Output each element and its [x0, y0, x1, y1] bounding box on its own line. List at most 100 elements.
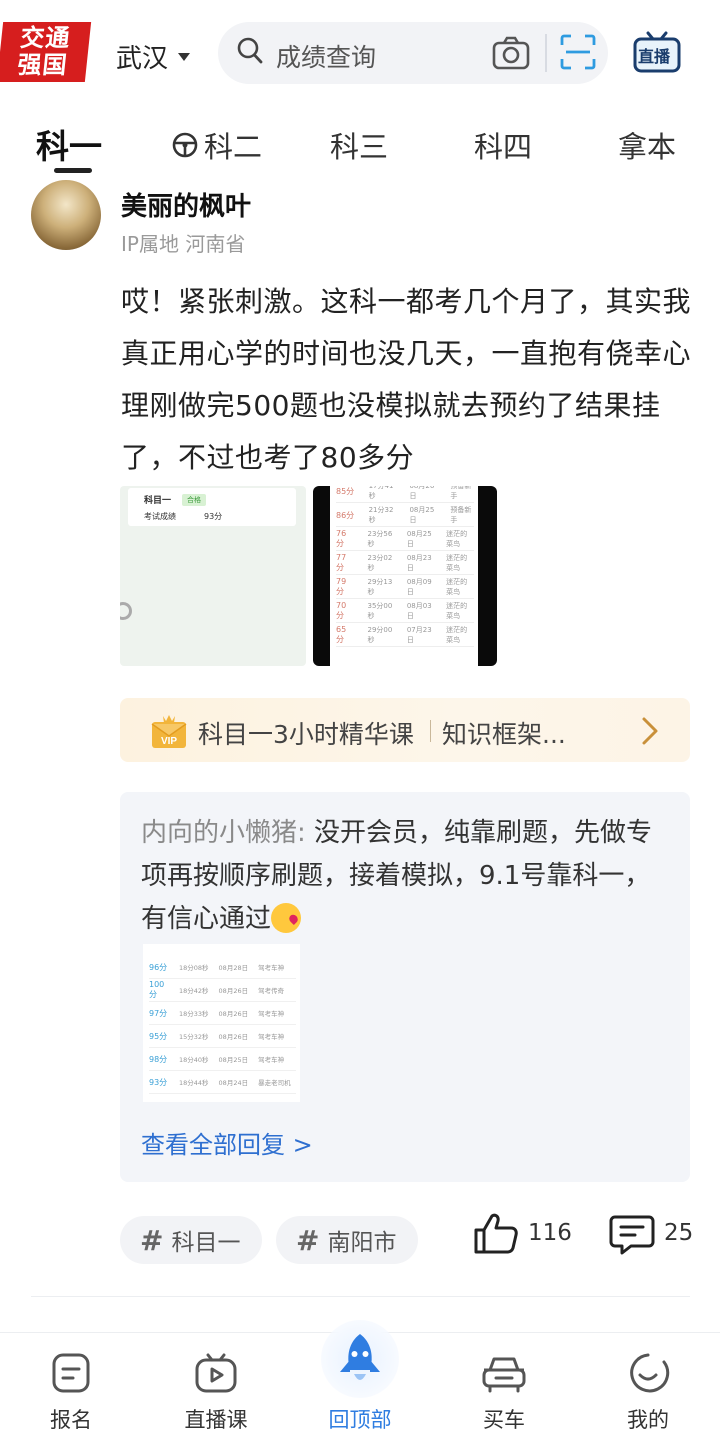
nav-live-course[interactable]	[166, 1352, 266, 1398]
score-card: 科目一 合格 考试成绩 93分	[128, 488, 296, 526]
view-all-replies-link[interactable]: 查看全部回复 >	[141, 1125, 313, 1160]
nav-live-course-label: 直播课	[184, 1408, 248, 1432]
history-date: 08月26日	[218, 1010, 249, 1018]
history-row: 65分 29分00秒 07月23日 迷茫的菜鸟	[336, 624, 474, 647]
history-date: 08月26日	[218, 1033, 249, 1041]
history-tag: 迷茫的菜鸟	[446, 602, 468, 620]
history-time: 29分00秒	[367, 626, 393, 644]
history-date: 08月28日	[218, 964, 249, 972]
history-row: 86分 21分32秒 08月25日 预备新手	[336, 504, 474, 527]
chevron-right-icon	[642, 717, 658, 745]
score-card-score: 93分	[204, 512, 223, 521]
thumbs-up-icon[interactable]	[473, 1212, 519, 1254]
logo-line-1: 交通	[19, 24, 72, 52]
comment-count: 25	[664, 1220, 694, 1246]
history-tag: 驾考车神	[258, 1056, 285, 1064]
vip-envelope-icon: VIP	[151, 715, 187, 748]
scan-icon[interactable]	[560, 34, 596, 70]
logo-line-2: 强国	[16, 51, 70, 79]
app-logo: 交通 强国	[0, 22, 92, 82]
history-row: 98分 18分40秒 08月25日 驾考车神	[149, 1048, 296, 1071]
history-date: 08月25日	[409, 506, 435, 524]
history-date: 08月24日	[218, 1079, 249, 1087]
camera-icon[interactable]	[492, 36, 530, 70]
post-author[interactable]: 美丽的枫叶	[121, 186, 251, 223]
score-card-title: 科目一	[144, 496, 172, 506]
history-date: 08月26日	[409, 486, 435, 500]
search-divider	[545, 34, 547, 72]
history-tag: 预备新手	[450, 506, 472, 524]
tab-active-indicator	[54, 168, 92, 173]
city-selector[interactable]: 武汉	[116, 38, 191, 75]
history-time: 18分40秒	[179, 1056, 209, 1064]
history-date: 07月23日	[406, 626, 432, 644]
tv-icon	[195, 1353, 237, 1393]
comment-icon[interactable]	[609, 1214, 655, 1256]
course-divider	[430, 720, 431, 742]
nav-mine-label: 我的	[627, 1408, 669, 1432]
score-card-label: 考试成绩	[144, 512, 176, 521]
history-time: 18分42秒	[179, 987, 209, 995]
history-row: 100分 18分42秒 08月26日 驾考传奇	[149, 979, 296, 1002]
nav-buy-car-label: 买车	[483, 1408, 525, 1432]
history-row: 79分 29分13秒 08月09日 迷茫的菜鸟	[336, 576, 474, 599]
svg-text:VIP: VIP	[161, 736, 177, 747]
nav-back-to-top-label: 回顶部	[328, 1408, 392, 1432]
hash-icon: #	[140, 1223, 164, 1257]
history-tag: 迷茫的菜鸟	[446, 554, 468, 572]
history-date: 08月03日	[406, 602, 432, 620]
topic-tag-1[interactable]: # 科目一	[120, 1216, 262, 1264]
tab-ke-san[interactable]: 科三	[330, 124, 388, 166]
history-tag: 驾考车神	[258, 964, 285, 972]
record-icon	[120, 602, 132, 620]
history-tag: 迷茫的菜鸟	[446, 626, 468, 644]
history-row: 93分 18分44秒 08月24日 暴走老司机	[149, 1071, 296, 1094]
car-icon	[482, 1357, 526, 1393]
rocket-icon	[340, 1334, 380, 1380]
course-title: 科目一3小时精华课	[198, 720, 414, 749]
live-label: 直播	[638, 47, 671, 66]
history-time: 21分32秒	[368, 506, 394, 524]
tab-ke-si[interactable]: 科四	[474, 124, 532, 166]
course-subtitle: 知识框架...	[442, 720, 566, 749]
live-button[interactable]: 直播	[633, 30, 681, 78]
history-time: 15分32秒	[179, 1033, 209, 1041]
history-tag: 迷茫的菜鸟	[446, 530, 468, 548]
history-score: 79分	[336, 577, 347, 596]
history-tag: 驾考车神	[258, 1010, 285, 1018]
history-row: 97分 18分33秒 08月26日 驾考车神	[149, 1002, 296, 1025]
history-time: 18分33秒	[179, 1010, 209, 1018]
nav-mine[interactable]	[598, 1352, 698, 1398]
history-score: 85分	[336, 486, 355, 496]
history-time: 23分02秒	[367, 554, 393, 572]
history-score: 96分	[149, 962, 168, 972]
history-time: 18分08秒	[179, 964, 209, 972]
tab-ke-er-label: 科二	[204, 130, 263, 164]
reply-author[interactable]: 内向的小懒猪:	[141, 818, 306, 848]
like-count: 116	[528, 1220, 572, 1246]
nav-back-to-top[interactable]	[310, 1330, 410, 1394]
history-row: 85分 17分41秒 08月26日 预备新手	[336, 486, 474, 503]
history-score: 65分	[336, 625, 347, 644]
history-score: 98分	[149, 1054, 168, 1064]
history-tag: 暴走老司机	[258, 1079, 291, 1087]
post-body[interactable]: 哎！紧张刺激。这科一都考几个月了，其实我真正用心学的时间也没几天，一直抱有侥幸心…	[121, 276, 696, 484]
history-date: 08月09日	[406, 578, 432, 596]
reply-image[interactable]: 96分 18分08秒 08月28日 驾考车神 100分 18分42秒 08月26日 驾考传奇 9…	[143, 944, 300, 1102]
tab-ke-er[interactable]: 科二	[172, 124, 262, 166]
history-score: 93分	[149, 1077, 168, 1087]
nav-buy-car[interactable]	[454, 1352, 554, 1398]
history-time: 35分00秒	[367, 602, 393, 620]
topic-tag-2[interactable]: # 南阳市	[276, 1216, 418, 1264]
caret-down-icon	[178, 52, 191, 61]
history-time: 17分41秒	[368, 486, 394, 500]
nav-signup[interactable]	[21, 1352, 121, 1398]
post-image-2[interactable]: 85分 17分41秒 08月26日 预备新手 86分 21分32秒 08月25日 预备新手 76…	[313, 486, 497, 666]
ip-location: IP属地 河南省	[121, 232, 246, 256]
tab-ke-yi[interactable]: 科一	[36, 120, 102, 168]
history-row: 76分 23分56秒 08月25日 迷茫的菜鸟	[336, 528, 474, 551]
avatar[interactable]	[31, 180, 101, 250]
post-image-1[interactable]: 科目一 合格 考试成绩 93分	[120, 486, 306, 666]
topic-tag-2-label: 南阳市	[327, 1230, 397, 1256]
tab-na-ben[interactable]: 拿本	[618, 124, 676, 166]
